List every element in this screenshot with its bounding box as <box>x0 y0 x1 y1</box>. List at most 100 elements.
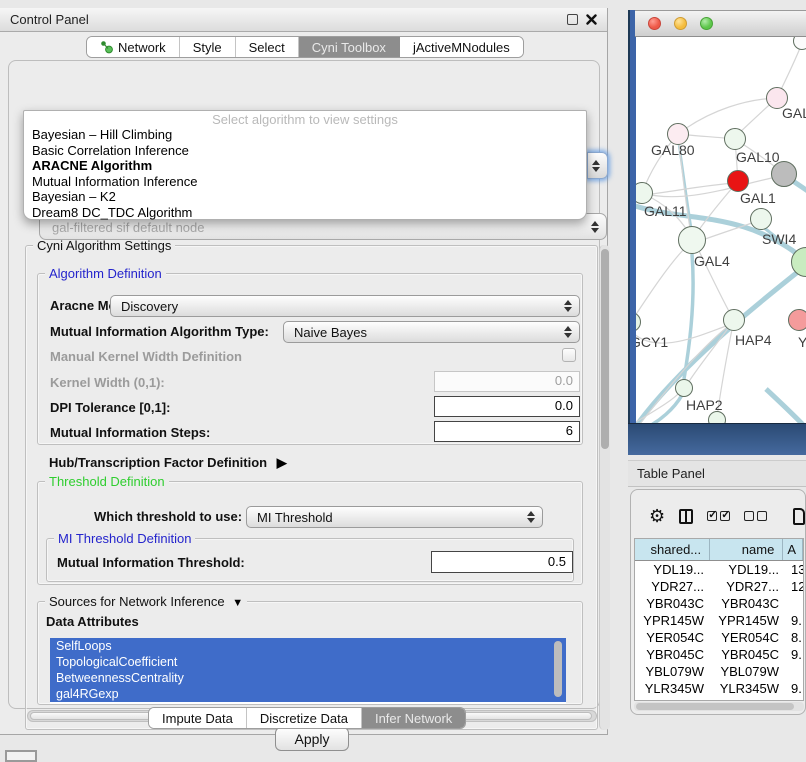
column-header[interactable]: name <box>710 539 783 560</box>
table-row[interactable]: YDL19...YDL19...13 <box>635 561 803 578</box>
algorithm-option[interactable]: ARACNE Algorithm <box>24 158 586 174</box>
close-icon[interactable] <box>586 14 597 25</box>
table-cell: YBR043C <box>712 595 787 612</box>
table-cell: YDL19... <box>635 561 712 578</box>
network-window-titlebar[interactable] <box>635 10 806 37</box>
minimize-traffic-light[interactable] <box>674 17 687 30</box>
table-cell: 9. <box>787 612 803 629</box>
node-label: GAL10 <box>736 149 780 165</box>
table-header-row: shared...nameA <box>635 539 803 561</box>
screen: Control Panel NetworkStyleSelectCyni Too… <box>0 0 806 762</box>
node-gal10[interactable] <box>724 128 746 150</box>
attribute-item[interactable]: BetweennessCentrality <box>50 670 566 686</box>
table-row[interactable]: YIL052CYIL052C9 <box>635 697 803 701</box>
algorithm-option[interactable]: Dream8 DC_TDC Algorithm <box>24 205 586 221</box>
node-label: GCY1 <box>636 334 668 350</box>
mi-type-label: Mutual Information Algorithm Type: <box>50 324 269 339</box>
tab-impute-data[interactable]: Impute Data <box>149 708 247 728</box>
gear-icon[interactable]: ⚙ <box>649 507 665 525</box>
table-cell: 8. <box>787 629 803 646</box>
tab-cyni-toolbox[interactable]: Cyni Toolbox <box>299 37 400 57</box>
node-swi4[interactable] <box>750 208 772 230</box>
attributes-scrollbar[interactable] <box>554 641 562 697</box>
cyni-bottom-tabs: Impute DataDiscretize DataInfer Network <box>148 707 466 729</box>
node-y[interactable] <box>788 309 806 331</box>
mi-threshold-field[interactable]: 0.5 <box>431 551 573 573</box>
which-threshold-label: Which threshold to use: <box>94 509 242 524</box>
node-hap2[interactable] <box>675 379 693 397</box>
mi-steps-field[interactable]: 6 <box>434 421 580 442</box>
column-header[interactable]: A <box>783 539 803 560</box>
manual-kernel-checkbox[interactable] <box>562 348 576 362</box>
which-threshold-combo[interactable]: MI Threshold <box>246 506 543 528</box>
settings-vertical-scrollbar[interactable] <box>599 245 610 730</box>
tab-infer-network[interactable]: Infer Network <box>362 708 465 728</box>
float-window-icon[interactable] <box>567 14 578 25</box>
column-header[interactable]: shared... <box>635 539 710 560</box>
table-cell: YDL19... <box>712 561 787 578</box>
tab-style[interactable]: Style <box>180 37 236 57</box>
node-table: shared...nameA YDL19...YDL19...13YDR27..… <box>634 538 804 701</box>
table-row[interactable]: YER054CYER054C8. <box>635 629 803 646</box>
table-cell: YLR345W <box>635 680 712 697</box>
expand-right-icon: ▶ <box>277 455 287 470</box>
table-row[interactable]: YPR145WYPR145W9. <box>635 612 803 629</box>
kernel-width-field[interactable]: 0.0 <box>434 371 580 392</box>
algorithm-option[interactable]: Bayesian – K2 <box>24 189 586 205</box>
attribute-item[interactable]: TopologicalCoefficient <box>50 654 566 670</box>
table-cell: YIL052C <box>635 697 712 701</box>
tab-network[interactable]: Network <box>87 37 180 57</box>
table-row[interactable]: YBR045CYBR045C9. <box>635 646 803 663</box>
node-label: GAL <box>782 105 806 121</box>
apply-button[interactable]: Apply <box>275 727 349 751</box>
algorithm-option[interactable]: Mutual Information Inference <box>24 174 586 190</box>
mi-type-combo[interactable]: Naive Bayes <box>283 321 580 343</box>
algorithm-option[interactable]: Bayesian – Hill Climbing <box>24 127 586 143</box>
algorithm-combo-stepper[interactable] <box>587 152 608 179</box>
sources-group-title[interactable]: Sources for Network Inference ▼ <box>45 594 247 609</box>
hub-definition-expander[interactable]: Hub/Transcription Factor Definition ▶ <box>49 455 287 471</box>
table-panel-title: Table Panel <box>637 466 705 481</box>
algorithm-definition-group: Algorithm Definition Aracne Mode: Discov… <box>37 273 583 445</box>
node-gal1[interactable] <box>727 170 749 192</box>
minimized-panel-chip[interactable] <box>5 750 37 762</box>
tab-select[interactable]: Select <box>236 37 299 57</box>
network-node[interactable] <box>771 161 797 187</box>
tab-discretize-data[interactable]: Discretize Data <box>247 708 362 728</box>
node-label: SWI4 <box>762 231 796 247</box>
settings-group-title: Cyni Algorithm Settings <box>33 238 175 253</box>
attribute-item[interactable]: gal4RGexp <box>50 686 566 702</box>
network-icon <box>100 40 113 54</box>
close-traffic-light[interactable] <box>648 17 661 30</box>
node-gal4[interactable] <box>678 226 706 254</box>
table-cell: YPR145W <box>712 612 787 629</box>
node-label: Y <box>798 334 806 350</box>
table-cell: 9. <box>787 646 803 663</box>
table-horizontal-scrollbar[interactable] <box>634 702 804 711</box>
deselect-all-columns-icon[interactable] <box>744 511 767 521</box>
cyni-toolbox-panel: gal-filtered sif default node Select alg… <box>8 60 600 709</box>
new-table-icon[interactable] <box>793 508 805 525</box>
table-cell: 9. <box>787 680 803 697</box>
table-row[interactable]: YLR345WYLR345W9. <box>635 680 803 697</box>
zoom-traffic-light[interactable] <box>700 17 713 30</box>
table-row[interactable]: YDR27...YDR27...12 <box>635 578 803 595</box>
column-view-icon[interactable] <box>679 509 693 524</box>
table-row[interactable]: YBL079WYBL079W <box>635 663 803 680</box>
network-canvas[interactable]: GALGAL80GAL10GAL1GAL11SWI4GAL4GCY1HAP4YH… <box>636 37 806 423</box>
aracne-mode-combo[interactable]: Discovery <box>110 295 580 317</box>
table-cell: YDR27... <box>635 578 712 595</box>
tab-jactivemnodules[interactable]: jActiveMNodules <box>400 37 523 57</box>
sources-title-text: Sources for Network Inference <box>49 594 225 609</box>
control-panel-tabs: NetworkStyleSelectCyni ToolboxjActiveMNo… <box>86 36 524 58</box>
node-label: GAL4 <box>694 253 730 269</box>
select-all-columns-icon[interactable] <box>707 511 730 521</box>
node-hap4[interactable] <box>723 309 745 331</box>
dpi-tolerance-field[interactable]: 0.0 <box>434 396 580 417</box>
attribute-item[interactable]: SelfLoops <box>50 638 566 654</box>
table-row[interactable]: YBR043CYBR043C <box>635 595 803 612</box>
algorithm-option[interactable]: Basic Correlation Inference <box>24 143 586 159</box>
table-cell: YBR043C <box>635 595 712 612</box>
kernel-width-label: Kernel Width (0,1): <box>50 375 165 390</box>
network-node[interactable] <box>708 411 726 423</box>
